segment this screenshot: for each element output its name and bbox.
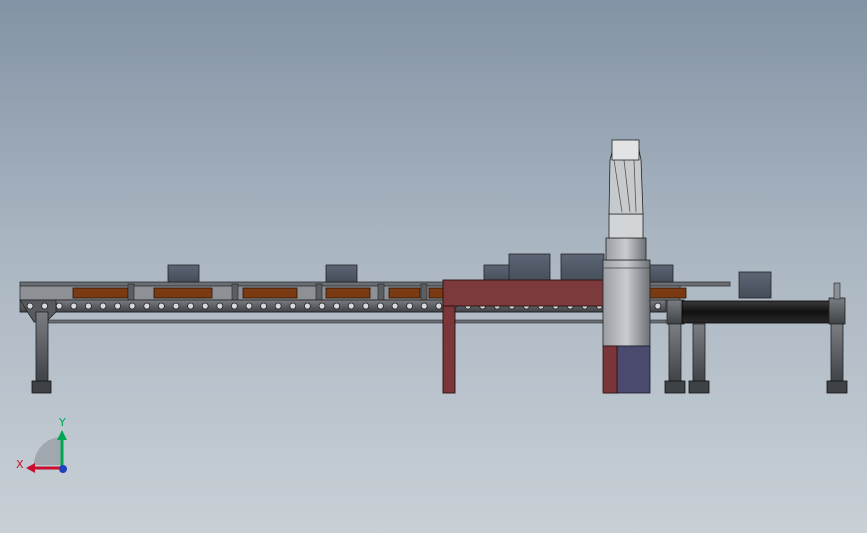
belt-frame-post xyxy=(666,299,685,325)
wood-board xyxy=(72,287,129,299)
roller xyxy=(157,302,165,310)
belt-leg xyxy=(830,323,844,383)
wood-board xyxy=(325,287,371,299)
roller xyxy=(85,302,92,310)
roller xyxy=(420,302,428,310)
roller xyxy=(70,302,78,310)
pusher-bracket xyxy=(377,283,385,301)
leg-foot xyxy=(31,380,52,394)
z-axis-dot xyxy=(59,465,67,473)
roller xyxy=(114,302,121,310)
roller xyxy=(289,302,297,310)
pusher-bracket xyxy=(315,283,323,301)
vertical-column-robot xyxy=(602,139,651,394)
roller xyxy=(362,302,370,310)
belt-end-guard xyxy=(828,297,846,325)
leg-foot xyxy=(664,380,686,394)
roller xyxy=(172,302,180,310)
conveyor-belt xyxy=(681,300,831,324)
belt-leg xyxy=(668,323,682,383)
package-box xyxy=(648,264,674,283)
roller xyxy=(143,302,151,310)
column-collar xyxy=(605,237,647,261)
x-axis-label: X xyxy=(16,458,24,471)
roller xyxy=(99,302,107,310)
roller xyxy=(333,302,341,310)
wood-board xyxy=(242,287,298,299)
roller xyxy=(318,302,326,310)
roller xyxy=(187,302,195,310)
package-box xyxy=(738,271,772,299)
cad-viewport[interactable]: Y X xyxy=(0,0,867,533)
triad-plane-shading xyxy=(34,437,62,465)
pusher-bracket xyxy=(127,283,135,301)
pusher-bracket xyxy=(231,283,239,301)
column-support xyxy=(602,345,618,394)
roller xyxy=(376,302,384,310)
roller xyxy=(26,302,34,310)
belt-end-post xyxy=(833,282,841,300)
wood-board xyxy=(153,287,213,299)
roller xyxy=(128,302,136,310)
red-work-table xyxy=(442,279,619,394)
lower-rail xyxy=(45,319,667,324)
wood-board xyxy=(388,287,421,299)
package-box xyxy=(508,253,551,283)
pusher-bracket xyxy=(420,283,428,301)
wood-board xyxy=(649,287,687,299)
leg-foot xyxy=(688,380,710,394)
leg-foot xyxy=(826,380,848,394)
roller xyxy=(435,302,443,310)
package-box xyxy=(325,264,358,283)
column-body xyxy=(602,259,651,347)
assembly-drawing: Y X xyxy=(16,139,848,473)
roller xyxy=(245,302,253,310)
y-axis-label: Y xyxy=(58,416,66,429)
belt-conveyor-right xyxy=(664,282,848,394)
roller xyxy=(230,302,238,310)
frame-leg xyxy=(35,311,49,383)
roller xyxy=(201,302,209,310)
package-box xyxy=(167,264,200,283)
roller xyxy=(55,302,63,310)
roller xyxy=(303,302,311,310)
package-box xyxy=(560,253,605,283)
package-box xyxy=(483,264,511,283)
drive-motor xyxy=(616,345,651,394)
roller xyxy=(406,302,414,310)
roller xyxy=(391,302,399,310)
table-top xyxy=(442,279,619,307)
motor-cap xyxy=(611,139,640,161)
roller xyxy=(274,302,282,310)
column-neck xyxy=(608,213,644,239)
table-leg xyxy=(442,305,456,394)
roller xyxy=(216,302,224,310)
orientation-triad: Y X xyxy=(16,416,67,473)
wood-board xyxy=(428,287,444,299)
roller xyxy=(347,302,355,310)
roller xyxy=(260,302,268,310)
roller xyxy=(41,302,48,310)
roller xyxy=(654,302,662,310)
belt-leg xyxy=(692,323,706,383)
